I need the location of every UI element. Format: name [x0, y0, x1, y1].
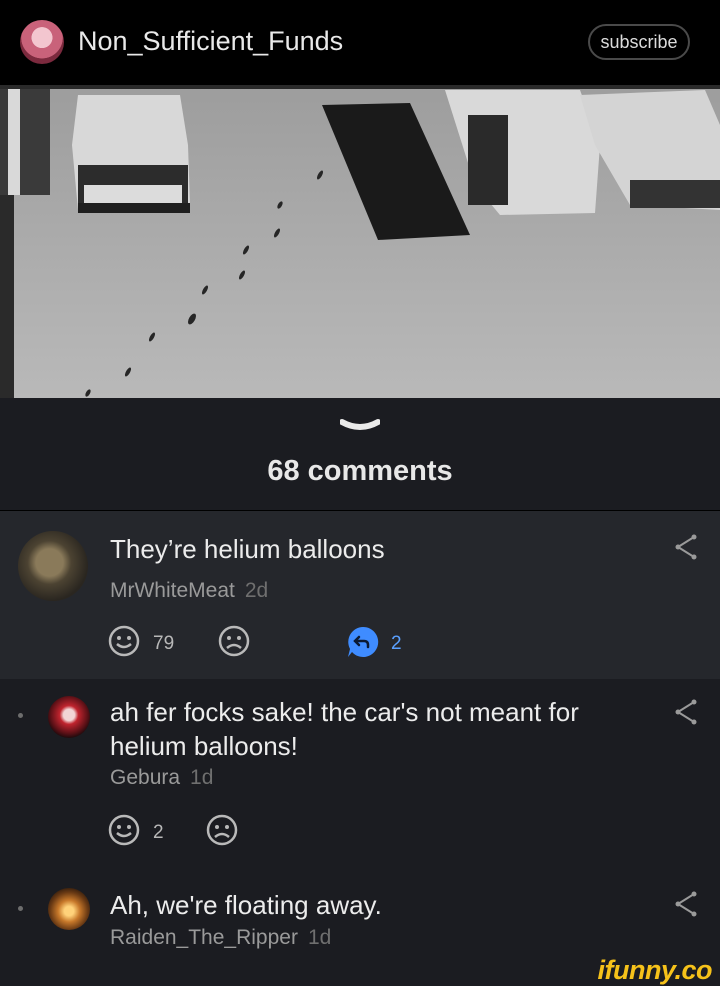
- comment-text-line2: helium balloons!: [110, 731, 298, 761]
- post-header: Non_Sufficient_Funds subscribe: [0, 0, 720, 85]
- comment-author[interactable]: MrWhiteMeat: [110, 579, 235, 602]
- author-avatar[interactable]: [20, 20, 64, 64]
- author-username[interactable]: Non_Sufficient_Funds: [78, 26, 343, 57]
- frown-icon[interactable]: [218, 625, 250, 657]
- comment-author[interactable]: Raiden_The_Ripper: [110, 926, 298, 949]
- comment-meta: MrWhiteMeat 2d: [110, 579, 268, 603]
- share-icon[interactable]: [674, 890, 698, 918]
- comment-text: Ah, we're floating away.: [110, 890, 382, 920]
- commenter-avatar[interactable]: [18, 531, 88, 601]
- reply-icon[interactable]: [346, 625, 380, 659]
- subscribe-button[interactable]: subscribe: [588, 24, 690, 60]
- share-icon[interactable]: [674, 533, 698, 561]
- commenter-avatar[interactable]: [48, 696, 90, 738]
- comment-age: 1d: [190, 766, 214, 789]
- post-image[interactable]: [0, 85, 720, 398]
- chevron-down-icon[interactable]: [340, 418, 380, 438]
- reply-indent-dot: [18, 713, 23, 718]
- comments-count: 68 comments: [267, 455, 453, 487]
- comment-age: 2d: [244, 579, 269, 602]
- comment-text-line1: ah fer focks sake! the car's not meant f…: [110, 697, 579, 727]
- commenter-avatar[interactable]: [48, 888, 90, 930]
- like-count: 79: [153, 633, 175, 654]
- ifunny-watermark: ifunny.co: [597, 955, 713, 985]
- comment-meta: Gebura 1d: [110, 766, 213, 790]
- frown-icon[interactable]: [206, 814, 238, 846]
- reply-count[interactable]: 2: [391, 633, 402, 655]
- comment-author[interactable]: Gebura: [110, 766, 180, 789]
- post-image-graphic: [0, 85, 720, 398]
- smile-icon[interactable]: [108, 625, 140, 657]
- comment-text: They’re helium balloons: [110, 534, 385, 564]
- reply-indent-dot: [18, 906, 23, 911]
- comment-item: They’re helium balloons MrWhiteMeat 2d 79…: [0, 511, 720, 679]
- comment-meta: Raiden_The_Ripper 1d: [110, 926, 331, 950]
- comment-age: 1d: [307, 926, 332, 949]
- smile-icon[interactable]: [108, 814, 140, 846]
- share-icon[interactable]: [674, 698, 698, 726]
- like-count: 2: [153, 822, 164, 843]
